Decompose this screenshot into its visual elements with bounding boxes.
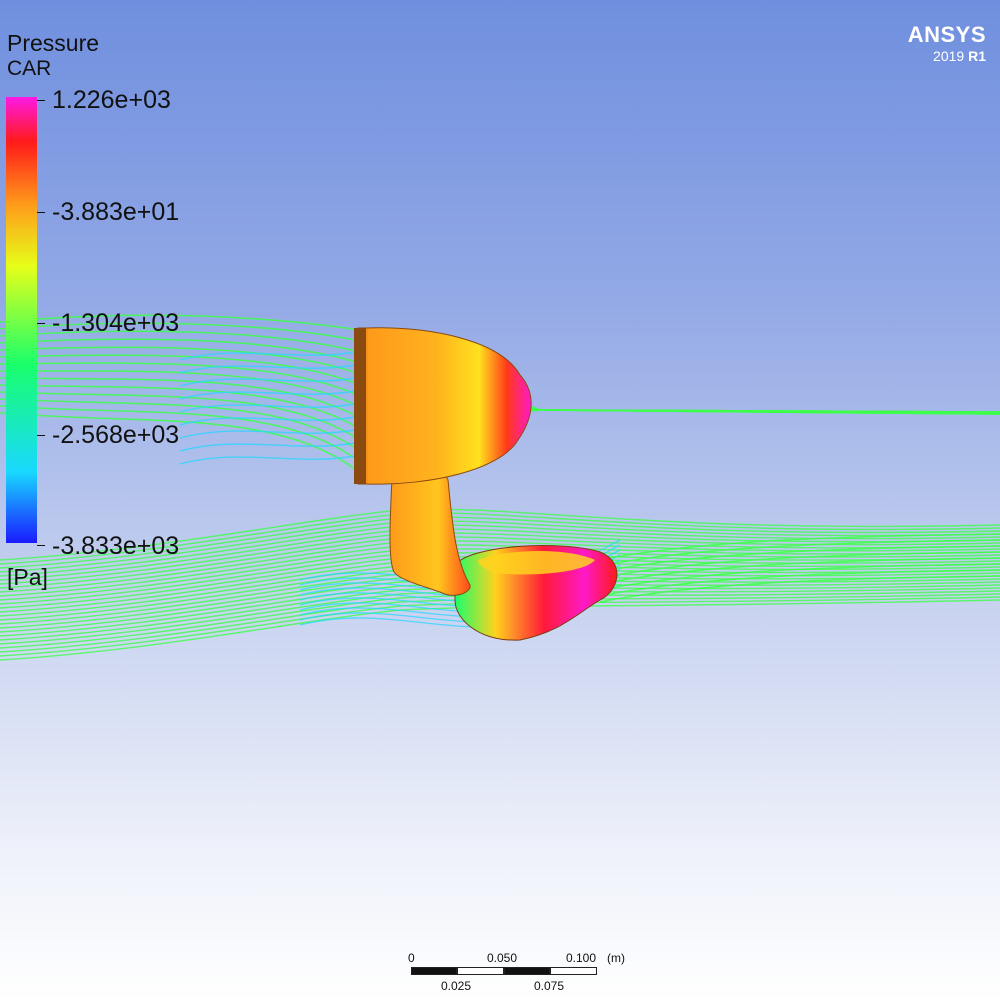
legend-tick-2: -3.883e+01 (52, 198, 180, 226)
brand-version: 2019 R1 (908, 48, 986, 65)
scale-unit: (m) (607, 951, 625, 965)
model-head (357, 327, 532, 485)
streamline (179, 403, 356, 413)
ansys-logo: ANSYS 2019 R1 (908, 24, 986, 65)
legend-tickmark (37, 435, 45, 436)
scale-label-0025: 0.025 (441, 979, 472, 993)
model-geometry (354, 327, 618, 641)
scale-segment-3 (504, 967, 550, 975)
legend-tick-4: -2.568e+03 (52, 421, 180, 449)
scale-label-0100: 0.100 (566, 951, 597, 965)
scale-segment-1 (411, 967, 457, 975)
legend-tick-3: -1.304e+03 (52, 309, 180, 337)
pressure-colorbar (6, 97, 37, 543)
scale-label-0075: 0.075 (534, 979, 565, 993)
graphics-viewport[interactable]: Pressure CAR 1.226e+03 -3.883e+01 -1.304… (0, 0, 1000, 1000)
legend-tickmark (37, 323, 45, 324)
streamline (179, 455, 356, 465)
scale-segment-2 (457, 967, 504, 975)
model-head-face (354, 328, 366, 484)
scale-label-0050: 0.050 (487, 951, 518, 965)
brand-version-release: R1 (968, 48, 986, 64)
legend-tick-max: 1.226e+03 (52, 86, 171, 114)
brand-name: ANSYS (907, 22, 986, 47)
legend-unit: [Pa] (7, 564, 48, 590)
flow-scene (0, 314, 1000, 661)
legend-tick-min: -3.833e+03 (52, 532, 180, 560)
legend-subtitle: CAR (7, 57, 52, 80)
legend-tickmark (37, 212, 45, 213)
legend-tickmark (37, 100, 45, 101)
scale-label-0: 0 (408, 951, 415, 965)
legend-tickmark (37, 545, 45, 546)
legend-title: Pressure (7, 30, 100, 56)
scale-segment-4 (550, 967, 597, 975)
brand-version-year: 2019 (933, 48, 965, 64)
streamline (179, 351, 356, 361)
